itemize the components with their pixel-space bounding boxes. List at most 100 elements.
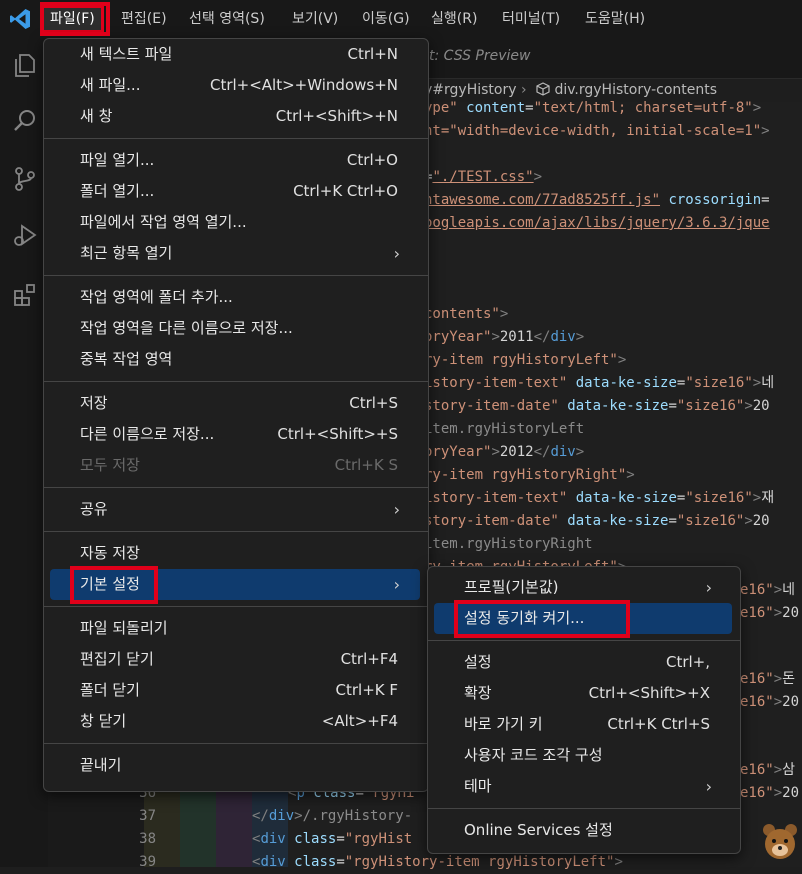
- menu-item-shortcut: Ctrl+K Ctrl+O: [293, 182, 398, 200]
- menu-item-shortcut: Ctrl+<Shift>+N: [275, 107, 398, 125]
- code-line: contents">: [424, 303, 508, 326]
- code-token: 20: [782, 785, 800, 801]
- search-icon[interactable]: [12, 108, 38, 134]
- file_menu-item[interactable]: 공유 ›: [50, 494, 420, 525]
- file_menu-item[interactable]: 편집기 닫기 Ctrl+F4: [50, 644, 420, 675]
- file_menu-item[interactable]: 파일에서 작업 영역 열기...: [50, 207, 420, 238]
- code-line: oogleapis.com/ajax/libs/jquery/3.6.3/jqu…: [424, 212, 770, 235]
- file_menu-item[interactable]: 중복 작업 영역: [50, 344, 420, 375]
- code-line: e16">20: [740, 691, 799, 714]
- pref_menu-item[interactable]: 설정 Ctrl+,: [434, 647, 732, 678]
- file_menu-item[interactable]: 새 텍스트 파일 Ctrl+N: [50, 39, 420, 70]
- pref_menu-item[interactable]: 사용자 코드 조각 구성: [434, 740, 732, 771]
- code-token: =: [668, 513, 677, 529]
- code-token: 20: [752, 398, 770, 414]
- code-token: data-ke-size: [567, 490, 677, 506]
- file_menu-item[interactable]: 창 닫기 <Alt>+F4: [50, 706, 420, 737]
- breadcrumb-item[interactable]: v#rgyHistory ›: [424, 82, 527, 98]
- menu-view[interactable]: 보기(V): [286, 8, 344, 30]
- menu-item-shortcut: Ctrl+K Ctrl+S: [607, 715, 710, 733]
- file_menu-item[interactable]: 작업 영역을 다른 이름으로 저장...: [50, 313, 420, 344]
- code-token: /.rgyHistory-: [302, 808, 413, 824]
- file_menu-item[interactable]: 새 창 Ctrl+<Shift>+N: [50, 101, 420, 132]
- menu-item-label: 편집기 닫기: [80, 650, 154, 668]
- menu-item-label: 끝내기: [80, 756, 122, 774]
- menu-selection[interactable]: 선택 영역(S): [183, 8, 271, 30]
- file_menu-item[interactable]: 파일 되돌리기: [50, 613, 420, 644]
- code-token: >: [294, 808, 303, 824]
- file_menu-item[interactable]: 최근 항목 열기 ›: [50, 238, 420, 269]
- explorer-icon[interactable]: [12, 52, 38, 78]
- extensions-icon[interactable]: [12, 282, 38, 308]
- code-token: =: [336, 831, 345, 847]
- annotation-box-file: [40, 2, 110, 36]
- code-token: "text/html; charset=utf-8": [533, 100, 753, 116]
- line-number: 38: [139, 831, 156, 847]
- menu-item-label: 중복 작업 영역: [80, 350, 173, 368]
- pref_menu-item[interactable]: 확장 Ctrl+<Shift>+X: [434, 678, 732, 709]
- chevron-right-icon: ›: [393, 500, 400, 519]
- code-token: e16": [740, 762, 774, 778]
- breadcrumb-current[interactable]: div.rgyHistory-contents: [536, 82, 717, 98]
- code-token: oryYear": [424, 329, 492, 345]
- code-line: <div class="rgyHistory-item rgyHistoryLe…: [252, 851, 623, 874]
- code-line: e16">20: [740, 602, 799, 625]
- code-line: ntawesome.com/77ad8525ff.js" crossorigin…: [424, 189, 770, 212]
- code-token: >: [761, 123, 770, 139]
- run-debug-icon[interactable]: [12, 222, 38, 248]
- code-line: <div class="rgyHist: [252, 828, 412, 851]
- file_menu-item[interactable]: 파일 열기... Ctrl+O: [50, 145, 420, 176]
- menu-run[interactable]: 실행(R): [425, 8, 483, 30]
- code-token: div: [268, 808, 295, 824]
- menu-item-shortcut: Ctrl+F4: [340, 650, 398, 668]
- menu-edit[interactable]: 편집(E): [115, 8, 173, 30]
- menu-item-label: 최근 항목 열기: [80, 244, 173, 262]
- code-token: >: [491, 329, 500, 345]
- file_menu-item[interactable]: 끝내기: [50, 750, 420, 781]
- file_menu-item[interactable]: 새 파일... Ctrl+<Alt>+Windows+N: [50, 70, 420, 101]
- pref_menu-item[interactable]: 테마 ›: [434, 771, 732, 802]
- menu-item-label: 폴더 열기...: [80, 182, 155, 200]
- code-token: data-ke-size: [558, 513, 669, 529]
- code-token: >: [773, 694, 783, 710]
- pref_menu-item[interactable]: 바로 가기 키 Ctrl+K Ctrl+S: [434, 709, 732, 740]
- code-token: ntawesome.com/77ad8525ff.js": [424, 192, 661, 208]
- code-token: nt="width=device-width, initial-scale=1": [424, 123, 762, 139]
- chevron-right-icon: ›: [705, 777, 712, 796]
- menu-item-shortcut: Ctrl+<Shift>+X: [588, 684, 710, 702]
- menu-terminal[interactable]: 터미널(T): [496, 8, 566, 30]
- code-token: e16": [740, 671, 774, 687]
- menu-separator: [44, 381, 428, 382]
- file_menu-item[interactable]: 다른 이름으로 저장... Ctrl+<Shift>+S: [50, 419, 420, 450]
- tab-css-preview[interactable]: t: CSS Preview: [429, 48, 530, 64]
- code-token: 네: [782, 582, 796, 598]
- code-token: div: [260, 854, 286, 870]
- code-line: item.rgyHistoryRight: [424, 533, 593, 556]
- code-token: contents": [424, 306, 500, 322]
- file_menu-item[interactable]: 작업 영역에 폴더 추가...: [50, 282, 420, 313]
- file_menu-item[interactable]: 모두 저장 Ctrl+K S: [50, 450, 420, 481]
- pref_menu-item[interactable]: 프로필(기본값) ›: [434, 572, 732, 603]
- code-token: istory-item-text": [424, 490, 568, 506]
- menu-item-label: Online Services 설정: [464, 821, 613, 839]
- code-token: >: [752, 100, 762, 116]
- menu-item-label: 새 파일...: [80, 76, 141, 94]
- menu-item-label: 자동 저장: [80, 544, 140, 562]
- code-token: =: [668, 398, 677, 414]
- menu-item-label: 프로필(기본값): [464, 578, 559, 596]
- chevron-right-icon: ›: [393, 244, 400, 263]
- menu-item-shortcut: Ctrl+,: [665, 653, 710, 671]
- file_menu-item[interactable]: 저장 Ctrl+S: [50, 388, 420, 419]
- pref_menu-item[interactable]: Online Services 설정: [434, 815, 732, 846]
- source-control-icon[interactable]: [12, 166, 38, 192]
- code-token: e16": [740, 694, 774, 710]
- menu-help[interactable]: 도움말(H): [579, 8, 651, 30]
- code-line: oryYear">2011</div>: [424, 326, 584, 349]
- code-token: </: [252, 808, 269, 824]
- file_menu-item[interactable]: 자동 저장: [50, 538, 420, 569]
- code-line: ype" content="text/html; charset=utf-8">: [424, 97, 761, 120]
- menu-go[interactable]: 이동(G): [356, 8, 416, 30]
- file_menu-item[interactable]: 폴더 열기... Ctrl+K Ctrl+O: [50, 176, 420, 207]
- file_menu-item[interactable]: 폴더 닫기 Ctrl+K F: [50, 675, 420, 706]
- code-line: ry-item rgyHistoryLeft">: [424, 349, 626, 372]
